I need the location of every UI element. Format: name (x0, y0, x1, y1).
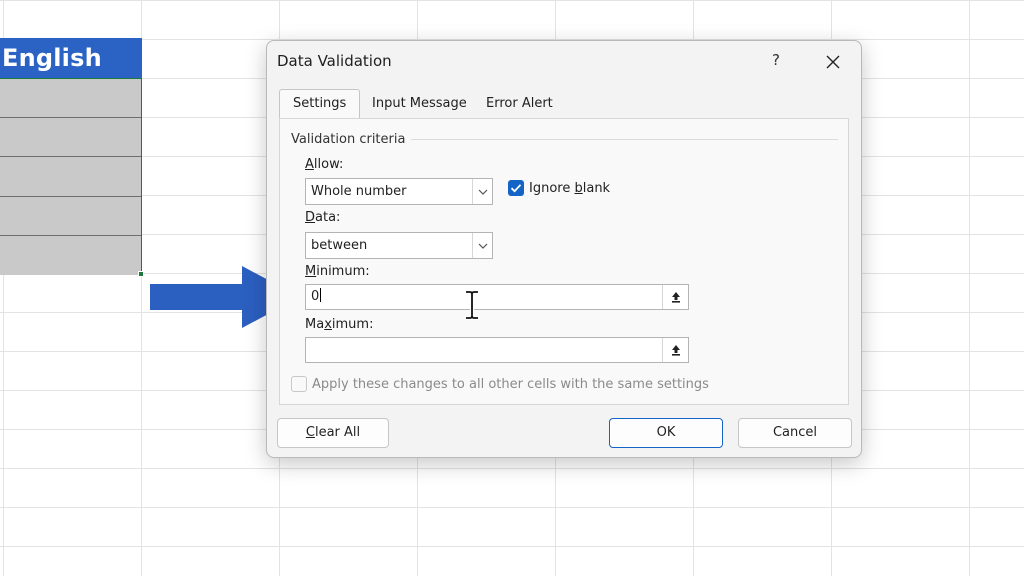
tab-input-message[interactable]: Input Message (359, 90, 480, 118)
chevron-down-icon[interactable] (472, 233, 492, 258)
column-header-english[interactable]: English (0, 38, 142, 78)
selected-cell[interactable] (0, 157, 141, 197)
allow-dropdown[interactable]: Whole number (305, 178, 493, 205)
allow-label: Allow: (305, 157, 344, 172)
range-select-icon (671, 292, 680, 303)
range-select-button[interactable] (662, 285, 688, 309)
tab-settings[interactable]: Settings (279, 89, 361, 119)
range-select-icon (671, 345, 680, 356)
ignore-blank-checkbox[interactable] (508, 180, 524, 196)
data-dropdown[interactable]: between (305, 232, 493, 259)
selected-cell[interactable] (0, 196, 141, 236)
minimum-label: Minimum: (305, 264, 370, 279)
minimum-input[interactable]: 0 (305, 284, 689, 310)
minimum-value: 0 (311, 289, 320, 304)
close-button[interactable] (820, 48, 846, 74)
ok-button[interactable]: OK (609, 418, 723, 448)
apply-all-label: Apply these changes to all other cells w… (312, 377, 709, 392)
validation-criteria-label: Validation criteria (291, 132, 412, 147)
tab-error-alert[interactable]: Error Alert (473, 90, 566, 118)
fill-handle[interactable] (138, 271, 144, 277)
group-divider (410, 139, 838, 140)
help-button[interactable]: ? (765, 49, 787, 71)
data-value: between (311, 238, 368, 253)
selected-cell[interactable] (0, 235, 141, 275)
settings-panel: Validation criteria Allow: Whole number … (279, 118, 849, 405)
selected-cell[interactable] (0, 79, 141, 119)
data-validation-dialog: Data Validation ? Settings Input Message… (266, 40, 862, 458)
allow-value: Whole number (311, 184, 407, 199)
data-label: Data: (305, 210, 341, 225)
selected-cell[interactable] (0, 118, 141, 158)
text-cursor-icon (466, 290, 478, 320)
maximum-input[interactable] (305, 337, 689, 363)
maximum-label: Maximum: (305, 317, 374, 332)
range-select-button[interactable] (662, 338, 688, 362)
ignore-blank-label[interactable]: Ignore blank (529, 181, 610, 196)
chevron-down-icon[interactable] (472, 179, 492, 204)
checkmark-icon (510, 184, 522, 193)
cancel-button[interactable]: Cancel (738, 418, 852, 448)
close-icon (826, 55, 840, 68)
text-caret (320, 288, 322, 302)
clear-all-button[interactable]: Clear All (277, 418, 389, 448)
selected-cell-range[interactable] (0, 78, 142, 275)
dialog-title: Data Validation (277, 52, 392, 70)
apply-all-checkbox[interactable] (291, 376, 307, 392)
